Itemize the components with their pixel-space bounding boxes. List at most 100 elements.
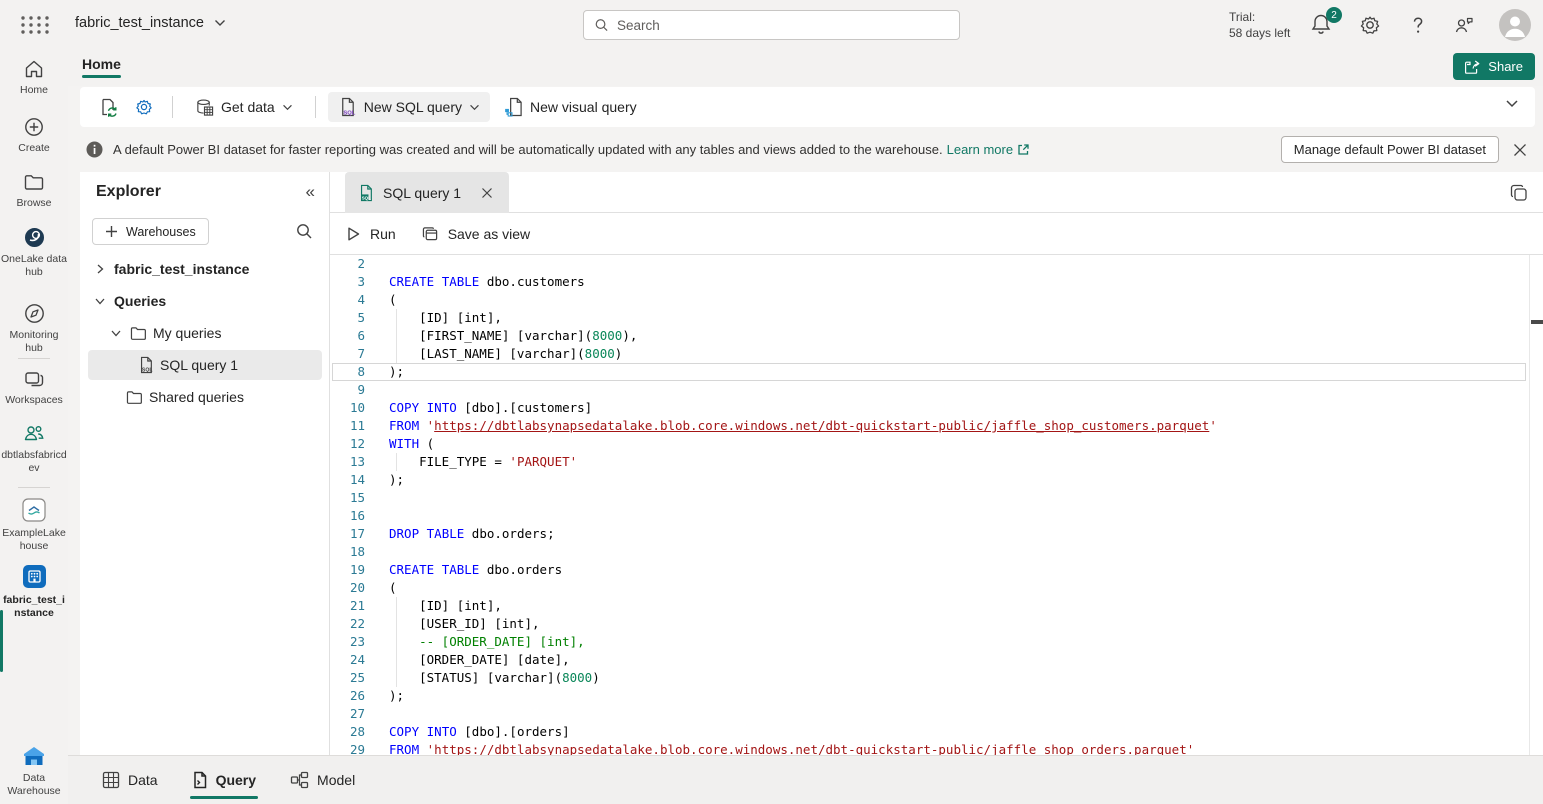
rail-item-data-warehouse[interactable]: Data Warehouse — [0, 744, 68, 798]
search-input[interactable] — [617, 18, 949, 33]
workspace-switcher[interactable]: fabric_test_instance — [75, 15, 226, 31]
tree-item-fabric-test-instance[interactable]: fabric_test_instance — [80, 253, 330, 285]
rail-item-workspaces[interactable]: Workspaces — [0, 368, 68, 407]
share-button[interactable]: Share — [1453, 53, 1535, 80]
rail-item-onelake-data-hub[interactable]: OneLake data hub — [0, 226, 68, 279]
settings-button[interactable] — [128, 92, 160, 122]
code-line[interactable]: 7 [LAST_NAME] [varchar](8000) — [330, 345, 1528, 363]
svg-text:SQL: SQL — [362, 195, 371, 200]
play-icon — [346, 226, 361, 242]
chevron-right-icon — [92, 261, 108, 277]
code-line[interactable]: 11FROM 'https://dbtlabsynapsedatalake.bl… — [330, 417, 1528, 435]
new-warehouse-button[interactable]: Warehouses — [92, 218, 209, 245]
code-text: DROP TABLE dbo.orders; — [389, 525, 555, 543]
code-line[interactable]: 4( — [330, 291, 1528, 309]
code-line[interactable]: 18 — [330, 543, 1528, 561]
run-button[interactable]: Run — [346, 226, 396, 242]
explorer-tree: fabric_test_instance Queries My queries … — [80, 253, 330, 413]
code-line[interactable]: 14); — [330, 471, 1528, 489]
trial-days-left: 58 days left — [1229, 25, 1290, 41]
person-icon — [1499, 9, 1531, 41]
code-line[interactable]: 20( — [330, 579, 1528, 597]
line-number: 19 — [343, 561, 365, 579]
code-lines[interactable]: 23CREATE TABLE dbo.customers4(5 [ID] [in… — [330, 255, 1528, 755]
code-line[interactable]: 8); — [330, 363, 1528, 381]
rail-item-home[interactable]: Home — [0, 58, 68, 97]
account-avatar[interactable] — [1499, 9, 1531, 41]
view-tab-query[interactable]: Query — [190, 756, 258, 804]
view-tab-model[interactable]: Model — [288, 756, 357, 804]
rail-item-label: Create — [1, 142, 67, 155]
code-text: -- [ORDER_DATE] [int], — [389, 633, 585, 651]
app-launcher-icon[interactable] — [18, 14, 50, 36]
help-icon[interactable] — [1406, 13, 1430, 37]
tree-item-shared-queries[interactable]: Shared queries — [80, 381, 330, 413]
code-line[interactable]: 6 [FIRST_NAME] [varchar](8000), — [330, 327, 1528, 345]
code-line[interactable]: 28COPY INTO [dbo].[orders] — [330, 723, 1528, 741]
learn-more-link[interactable]: Learn more — [947, 142, 1030, 157]
code-line[interactable]: 10COPY INTO [dbo].[customers] — [330, 399, 1528, 417]
get-data-button[interactable]: Get data — [185, 92, 303, 122]
line-number: 27 — [343, 705, 365, 723]
code-line[interactable]: 27 — [330, 705, 1528, 723]
tree-item-queries[interactable]: Queries — [80, 285, 330, 317]
tree-item-sql-query-1[interactable]: SQL SQL query 1 — [80, 349, 330, 381]
rail-item-dbtlabsfabricdev[interactable]: dbtlabsfabricdev — [0, 423, 68, 475]
code-line[interactable]: 16 — [330, 507, 1528, 525]
rail-item-monitoring-hub[interactable]: Monitoring hub — [0, 302, 68, 355]
code-line[interactable]: 15 — [330, 489, 1528, 507]
code-line[interactable]: 26); — [330, 687, 1528, 705]
code-line[interactable]: 2 — [330, 255, 1528, 273]
explorer-collapse-icon[interactable]: « — [306, 182, 315, 202]
tree-item-my-queries[interactable]: My queries — [80, 317, 330, 349]
code-line[interactable]: 22 [USER_ID] [int], — [330, 615, 1528, 633]
manage-default-dataset-button[interactable]: Manage default Power BI dataset — [1281, 136, 1499, 163]
code-line[interactable]: 29FROM 'https://dbtlabsynapsedatalake.bl… — [330, 741, 1528, 755]
feedback-icon[interactable] — [1452, 13, 1476, 37]
banner-close-icon[interactable] — [1510, 140, 1530, 160]
ribbon-expand-chevron-icon[interactable] — [1505, 99, 1519, 108]
save-as-view-button[interactable]: Save as view — [422, 226, 530, 242]
line-number: 18 — [343, 543, 365, 561]
code-line[interactable]: 17DROP TABLE dbo.orders; — [330, 525, 1528, 543]
notifications-button[interactable]: 2 — [1310, 12, 1338, 38]
code-line[interactable]: 12WITH ( — [330, 435, 1528, 453]
explorer-title: Explorer — [96, 183, 161, 201]
code-text: [ID] [int], — [389, 309, 502, 327]
query-tab[interactable]: SQL SQL query 1 — [345, 172, 509, 213]
code-line[interactable]: 21 [ID] [int], — [330, 597, 1528, 615]
code-line[interactable]: 25 [STATUS] [varchar](8000) — [330, 669, 1528, 687]
refresh-report-button[interactable] — [92, 92, 124, 122]
banner-text: A default Power BI dataset for faster re… — [113, 142, 943, 157]
global-search[interactable] — [583, 10, 960, 40]
rail-item-browse[interactable]: Browse — [0, 171, 68, 210]
line-number: 13 — [343, 453, 365, 471]
code-line[interactable]: 5 [ID] [int], — [330, 309, 1528, 327]
view-tab-data[interactable]: Data — [100, 756, 160, 804]
code-line[interactable]: 13 FILE_TYPE = 'PARQUET' — [330, 453, 1528, 471]
code-line[interactable]: 3CREATE TABLE dbo.customers — [330, 273, 1528, 291]
code-line[interactable]: 9 — [330, 381, 1528, 399]
onelake-icon — [23, 226, 46, 249]
settings-gear-icon[interactable] — [1358, 13, 1382, 37]
code-line[interactable]: 23 -- [ORDER_DATE] [int], — [330, 633, 1528, 651]
scrollbar-cursor-mark[interactable] — [1531, 320, 1543, 324]
tab-home[interactable]: Home — [82, 56, 121, 78]
warehouse-item-icon — [21, 563, 48, 590]
tab-close-icon[interactable] — [478, 184, 496, 202]
code-line[interactable]: 24 [ORDER_DATE] [date], — [330, 651, 1528, 669]
new-sql-query-button[interactable]: SQL New SQL query — [328, 92, 490, 122]
code-line[interactable]: 19CREATE TABLE dbo.orders — [330, 561, 1528, 579]
view-tab-label: Model — [317, 772, 355, 788]
copy-icon[interactable] — [1509, 183, 1529, 203]
explorer-search-icon[interactable] — [295, 222, 313, 240]
rail-item-examplelakehouse[interactable]: ExampleLakehouse — [0, 497, 68, 553]
rail-item-label: Browse — [1, 197, 67, 210]
editor-scrollbar[interactable] — [1529, 255, 1543, 755]
rail-item-create[interactable]: Create — [0, 116, 68, 155]
rail-item-fabric-test-instance[interactable]: fabric_test_instance — [0, 563, 68, 620]
code-text: ); — [389, 687, 404, 705]
plus-circle-icon — [23, 116, 45, 138]
new-visual-query-button[interactable]: New visual query — [494, 92, 647, 122]
line-number: 2 — [343, 255, 365, 273]
